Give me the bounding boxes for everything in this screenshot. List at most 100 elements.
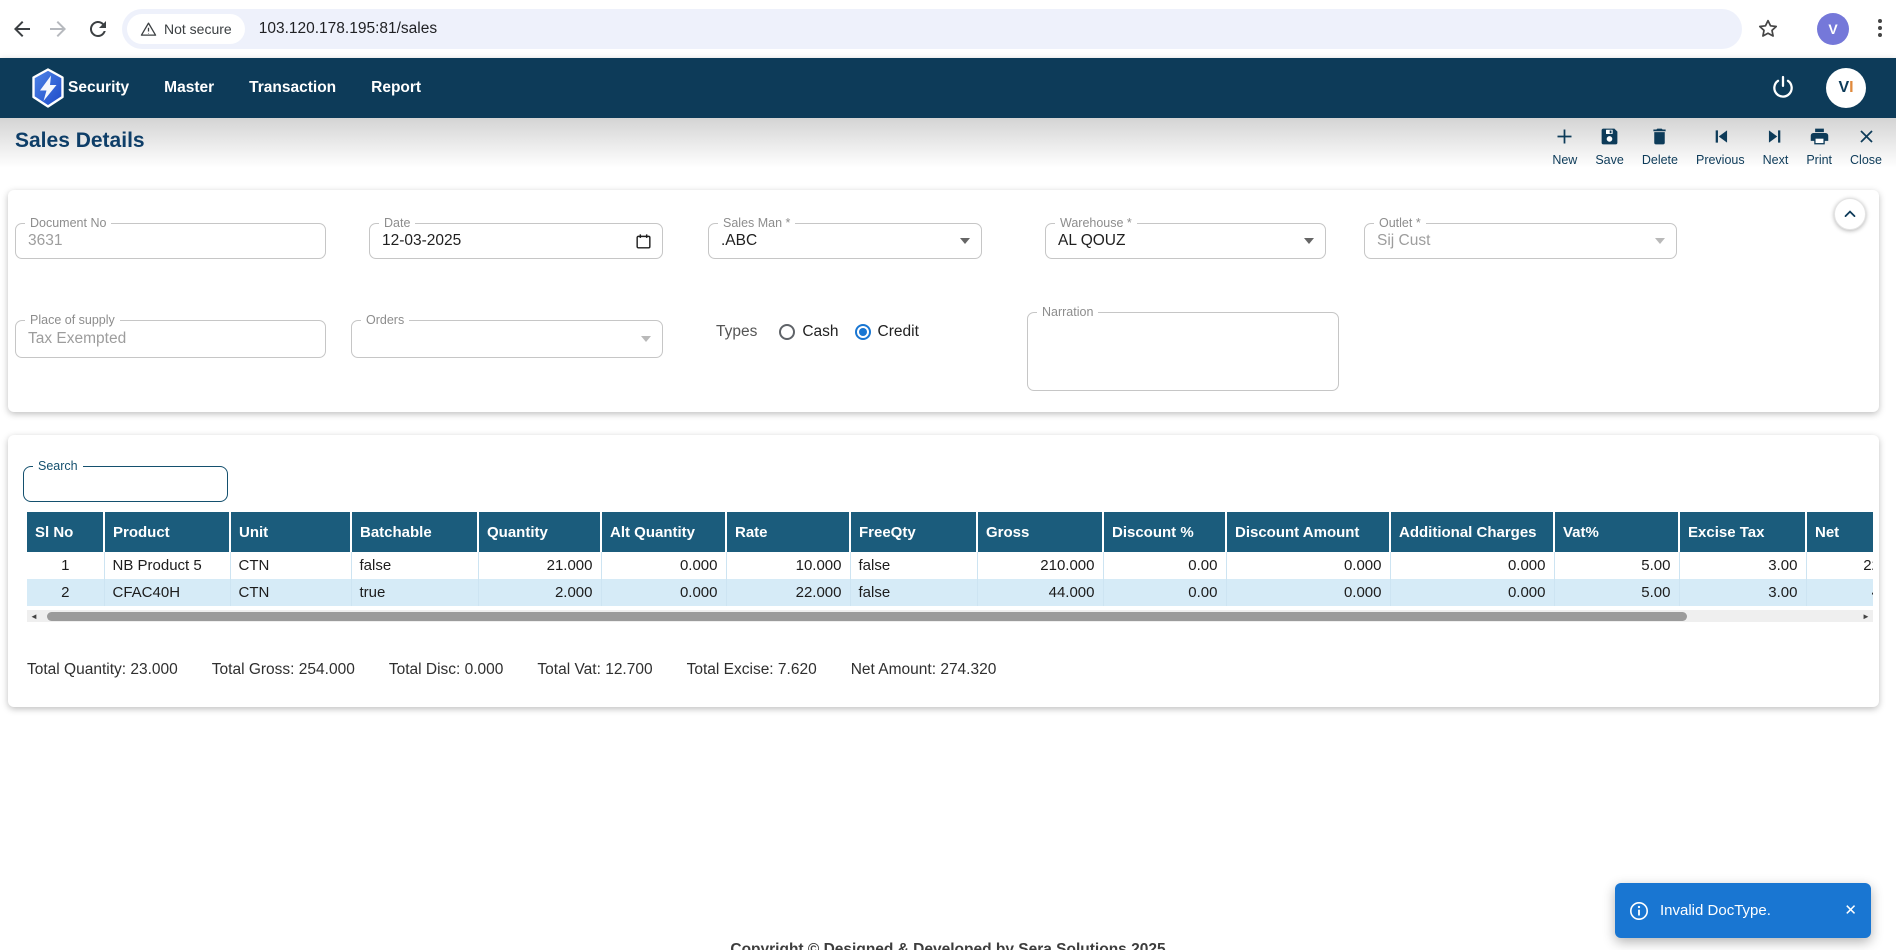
total-total-quantity: Total Quantity: 23.000 (27, 661, 178, 679)
col-header-product[interactable]: Product (104, 512, 230, 552)
types-group: Types CashCredit (716, 321, 935, 343)
cell-vat[interactable]: 5.00 (1554, 552, 1679, 579)
scroll-left-arrow-icon[interactable]: ◄ (27, 610, 41, 622)
scrollbar-thumb[interactable] (47, 612, 1687, 621)
radio-option-cash[interactable]: Cash (779, 323, 838, 341)
table-row: 2CFAC40HCTNtrue2.0000.00022.000false44.0… (27, 579, 1873, 606)
col-header-freeqty[interactable]: FreeQty (850, 512, 977, 552)
not-secure-chip[interactable]: Not secure (127, 14, 245, 44)
radio-option-credit[interactable]: Credit (855, 323, 919, 341)
col-header-rate[interactable]: Rate (726, 512, 850, 552)
nav-item-security[interactable]: Security (68, 79, 129, 97)
date-label: Date (379, 215, 415, 231)
save-button[interactable]: Save (1595, 126, 1624, 167)
cell-unit[interactable]: CTN (230, 552, 351, 579)
browser-back-icon[interactable] (10, 17, 34, 41)
outlet-select[interactable]: Outlet * Sij Cust (1364, 223, 1677, 259)
print-button[interactable]: Print (1806, 126, 1832, 167)
browser-profile-initial: V (1828, 21, 1837, 37)
cell-gross[interactable]: 44.000 (977, 579, 1103, 606)
cell-quantity[interactable]: 2.000 (478, 579, 601, 606)
cell-net[interactable]: 226.800 (1806, 552, 1873, 579)
next-button[interactable]: Next (1763, 126, 1789, 167)
col-header-net[interactable]: Net (1806, 512, 1873, 552)
col-header-alt-quantity[interactable]: Alt Quantity (601, 512, 726, 552)
col-header-vat[interactable]: Vat% (1554, 512, 1679, 552)
calendar-icon[interactable] (634, 232, 653, 251)
sales-man-select[interactable]: Sales Man * .ABC (708, 223, 982, 259)
cell-batchable[interactable]: true (351, 579, 478, 606)
user-avatar[interactable]: VI (1826, 68, 1866, 108)
cell-product[interactable]: NB Product 5 (104, 552, 230, 579)
browser-reload-icon[interactable] (86, 17, 110, 41)
close-label: Close (1850, 153, 1882, 167)
nav-item-transaction[interactable]: Transaction (249, 79, 336, 97)
total-total-excise: Total Excise: 7.620 (687, 661, 817, 679)
new-button[interactable]: New (1552, 126, 1577, 167)
col-header-unit[interactable]: Unit (230, 512, 351, 552)
bookmark-star-icon[interactable] (1756, 17, 1780, 41)
browser-menu-icon[interactable] (1868, 16, 1892, 40)
chevron-down-icon (960, 238, 970, 244)
cell-quantity[interactable]: 21.000 (478, 552, 601, 579)
cell-net[interactable]: 47.520 (1806, 579, 1873, 606)
items-grid-card: Search Sl NoProductUnitBatchableQuantity… (8, 435, 1879, 707)
browser-profile-avatar[interactable]: V (1817, 13, 1849, 45)
cell-rate[interactable]: 22.000 (726, 579, 850, 606)
cell-gross[interactable]: 210.000 (977, 552, 1103, 579)
warehouse-select[interactable]: Warehouse * AL QOUZ (1045, 223, 1326, 259)
delete-label: Delete (1642, 153, 1678, 167)
cell-additional-charges[interactable]: 0.000 (1390, 552, 1554, 579)
col-header-discount-amount[interactable]: Discount Amount (1226, 512, 1390, 552)
app-logo-icon[interactable] (28, 68, 68, 108)
items-table: Sl NoProductUnitBatchableQuantityAlt Qua… (27, 512, 1873, 606)
col-header-batchable[interactable]: Batchable (351, 512, 478, 552)
cell-sl-no[interactable]: 1 (27, 552, 104, 579)
orders-select[interactable]: Orders (351, 320, 663, 358)
new-icon (1554, 126, 1575, 152)
narration-textarea[interactable] (1028, 313, 1338, 390)
warning-icon (140, 21, 157, 38)
cell-excise-tax[interactable]: 3.00 (1679, 552, 1806, 579)
col-header-additional-charges[interactable]: Additional Charges (1390, 512, 1554, 552)
page-title: Sales Details (15, 129, 145, 153)
cell-excise-tax[interactable]: 3.00 (1679, 579, 1806, 606)
nav-item-report[interactable]: Report (371, 79, 421, 97)
close-button[interactable]: Close (1850, 126, 1882, 167)
col-header-sl-no[interactable]: Sl No (27, 512, 104, 552)
cell-freeqty[interactable]: false (850, 552, 977, 579)
cell-discount[interactable]: 0.00 (1103, 552, 1226, 579)
cell-product[interactable]: CFAC40H (104, 579, 230, 606)
col-header-excise-tax[interactable]: Excise Tax (1679, 512, 1806, 552)
logout-power-icon[interactable] (1770, 74, 1796, 100)
delete-button[interactable]: Delete (1642, 126, 1678, 167)
cell-rate[interactable]: 10.000 (726, 552, 850, 579)
scroll-right-arrow-icon[interactable]: ► (1859, 610, 1873, 622)
document-no-field: Document No (15, 223, 326, 259)
nav-item-master[interactable]: Master (164, 79, 214, 97)
cell-vat[interactable]: 5.00 (1554, 579, 1679, 606)
cell-sl-no[interactable]: 2 (27, 579, 104, 606)
previous-button[interactable]: Previous (1696, 126, 1745, 167)
types-options: Cash Credit (779, 323, 935, 341)
cell-batchable[interactable]: false (351, 552, 478, 579)
col-header-gross[interactable]: Gross (977, 512, 1103, 552)
narration-field: Narration (1027, 312, 1339, 391)
url-bar[interactable]: Not secure 103.120.178.195:81/sales (122, 9, 1742, 49)
cell-unit[interactable]: CTN (230, 579, 351, 606)
cell-discount-amount[interactable]: 0.000 (1226, 579, 1390, 606)
toast-close-icon[interactable]: ✕ (1844, 903, 1857, 918)
cell-freeqty[interactable]: false (850, 579, 977, 606)
col-header-discount[interactable]: Discount % (1103, 512, 1226, 552)
toolbar: New Save Delete Previous Next Print Close (1552, 126, 1882, 167)
radio-label-credit: Credit (878, 323, 919, 341)
cell-discount-amount[interactable]: 0.000 (1226, 552, 1390, 579)
cell-discount[interactable]: 0.00 (1103, 579, 1226, 606)
horizontal-scrollbar[interactable]: ◄ ► (27, 610, 1873, 622)
collapse-form-button[interactable] (1834, 198, 1866, 230)
cell-alt-quantity[interactable]: 0.000 (601, 552, 726, 579)
cell-additional-charges[interactable]: 0.000 (1390, 579, 1554, 606)
browser-forward-icon[interactable] (46, 17, 70, 41)
col-header-quantity[interactable]: Quantity (478, 512, 601, 552)
cell-alt-quantity[interactable]: 0.000 (601, 579, 726, 606)
